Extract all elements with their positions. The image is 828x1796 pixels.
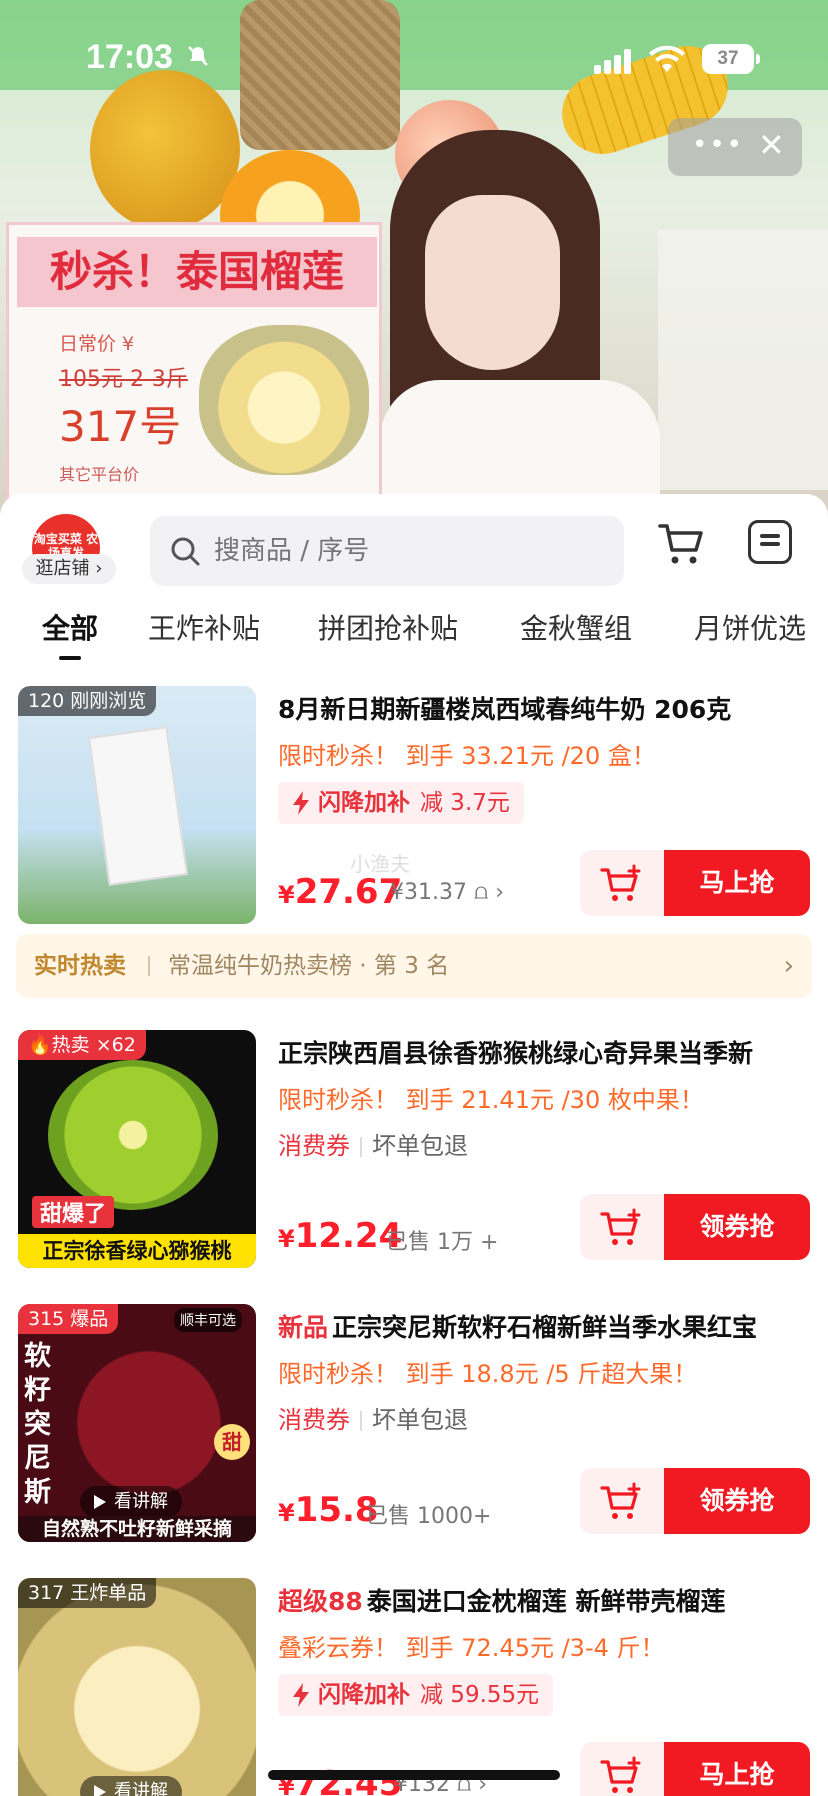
wifi-icon: [648, 44, 686, 74]
hot-badge: 315 爆品: [18, 1304, 119, 1334]
sold-count: 已售 1万 +: [386, 1230, 499, 1255]
add-to-cart-button[interactable]: [580, 1194, 664, 1260]
watermark: 小渔夫: [350, 852, 410, 876]
thumb-caption-bottom: 自然熟不吐籽新鲜采摘: [18, 1516, 256, 1542]
browse-badge: 120 刚刚浏览: [18, 686, 157, 716]
search-bar[interactable]: [150, 516, 624, 586]
add-to-cart-button[interactable]: [580, 1468, 664, 1534]
chevron-right-icon: ›: [783, 951, 794, 981]
product-price: ¥27.67: [278, 872, 403, 912]
promo-sign: 秒杀！泰国榴莲 日常价 ¥ 105元 2-3斤 317号 其它平台价: [6, 222, 382, 520]
buy-now-button[interactable]: 马上抢: [664, 1742, 810, 1796]
lightning-icon: [293, 1683, 309, 1707]
perk-tag: 坏单包退: [372, 1132, 468, 1160]
product-image[interactable]: 317 王炸单品 看讲解: [18, 1578, 256, 1796]
flash-value: 减 59.55元: [420, 1682, 540, 1708]
product-title[interactable]: 新品 正宗突尼斯软籽石榴新鲜当季水果红宝: [278, 1308, 808, 1344]
more-icon[interactable]: •••: [692, 130, 744, 160]
claim-coupon-button[interactable]: 领券抢: [664, 1468, 810, 1534]
sweet-badge: 甜: [214, 1424, 250, 1460]
flash-subsidy-tag: 闪降加补减 59.55元: [278, 1674, 554, 1716]
product-promo: 限时秒杀！ 到手 21.41元 /30 枚中果！: [278, 1086, 704, 1114]
promo-daily-price: 日常价 ¥: [59, 333, 135, 355]
promo-old-price: 105元 2-3斤: [59, 367, 188, 392]
home-indicator[interactable]: [268, 1770, 560, 1780]
cart-plus-icon: [600, 1208, 641, 1245]
kiwi-image: [48, 1060, 218, 1210]
product-promo: 叠彩云券！ 到手 72.45元 /3-4 斤！: [278, 1634, 665, 1662]
super88-tag: 超级88: [278, 1587, 363, 1616]
cart-plus-icon: [600, 1482, 641, 1519]
hot-sale-bar[interactable]: 实时热卖 常温纯牛奶热卖榜 · 第 3 名 ›: [16, 934, 812, 998]
tab-group-buy[interactable]: 拼团抢补贴: [318, 604, 458, 664]
flash-label: 闪降加补: [318, 790, 410, 816]
new-tag: 新品: [278, 1313, 329, 1342]
product-title[interactable]: 8月新日期新疆楼岚西域春纯牛奶 206克: [278, 690, 808, 726]
add-to-cart-button[interactable]: [580, 1742, 664, 1796]
tab-mooncake[interactable]: 月饼优选: [694, 604, 806, 664]
product-image[interactable]: 315 爆品 顺丰可选 软籽突尼斯 甜 看讲解 自然熟不吐籽新鲜采摘: [18, 1304, 256, 1542]
list-menu-icon[interactable]: [748, 520, 792, 564]
clock: 17:03: [86, 38, 173, 76]
mute-bell-icon: [186, 44, 210, 68]
hot-sale-rank: 常温纯牛奶热卖榜 · 第 3 名: [168, 953, 450, 979]
watch-explain-button[interactable]: 看讲解: [80, 1486, 182, 1518]
flash-subsidy-tag: 闪降加补减 3.7元: [278, 782, 524, 824]
category-tabs: 全部 王炸补贴 拼团抢补贴 金秋蟹组 月饼优选: [0, 604, 828, 674]
battery-icon: 37: [702, 44, 760, 74]
status-bar: 17:03 37: [0, 0, 828, 120]
flash-value: 减 3.7元: [420, 790, 510, 816]
claim-coupon-button[interactable]: 领券抢: [664, 1194, 810, 1260]
thumb-caption: 甜爆了: [32, 1196, 115, 1228]
promo-title: 秒杀！泰国榴莲: [17, 237, 377, 307]
product-perks: 消费券 坏单包退: [278, 1400, 468, 1435]
thumb-side-text: 软籽突尼斯: [24, 1341, 51, 1508]
cart-plus-icon: [600, 864, 641, 901]
product-price: ¥72.45: [278, 1764, 403, 1796]
coupon-tag: 消费券: [278, 1132, 350, 1160]
product-perks: 消费券 坏单包退: [278, 1126, 468, 1161]
tab-subsidy[interactable]: 王炸补贴: [148, 604, 260, 664]
watch-explain-button[interactable]: 看讲解: [80, 1776, 182, 1796]
thumb-caption-bottom: 正宗徐香绿心猕猴桃: [18, 1234, 256, 1268]
product-title[interactable]: 超级88 泰国进口金枕榴莲 新鲜带壳榴莲: [278, 1582, 808, 1618]
product-promo: 限时秒杀！ 到手 18.8元 /5 斤超大果！: [278, 1360, 698, 1388]
add-to-cart-button[interactable]: [580, 850, 664, 916]
tab-crab[interactable]: 金秋蟹组: [520, 604, 632, 664]
coupon-tag: 消费券: [278, 1406, 350, 1434]
flash-label: 闪降加补: [318, 1682, 410, 1708]
signal-icon: [594, 48, 634, 74]
hot-badge: 317 王炸单品: [18, 1578, 157, 1608]
promo-other-price: 其它平台价: [59, 465, 140, 484]
promo-number: 317号: [59, 402, 182, 451]
product-sheet: 淘宝买菜 农场直发 逛店铺 › 全部 王炸补贴 拼团抢补贴 金秋蟹组 月饼优选 …: [0, 494, 828, 1796]
sf-express-tag: 顺丰可选: [174, 1308, 242, 1332]
visit-shop-button[interactable]: 逛店铺 ›: [22, 554, 116, 584]
product-price: ¥15.8: [278, 1490, 379, 1530]
host-face: [425, 195, 560, 370]
product-promo: 限时秒杀！ 到手 33.21元 /20 盒！: [278, 742, 656, 770]
sold-count: 已售 1000+: [366, 1504, 492, 1529]
search-icon: [171, 537, 200, 566]
hot-badge: 🔥热卖 ×62: [18, 1030, 146, 1060]
close-icon[interactable]: ✕: [758, 126, 785, 164]
lightning-icon: [293, 791, 309, 815]
mini-program-capsule: ••• ✕: [668, 118, 802, 176]
product-image[interactable]: 120 刚刚浏览: [18, 686, 256, 924]
cart-icon[interactable]: [656, 520, 704, 568]
background-box: [658, 230, 828, 490]
original-price[interactable]: ¥31.37 ⩍ ›: [390, 880, 504, 905]
buy-now-button[interactable]: 马上抢: [664, 850, 810, 916]
tab-all[interactable]: 全部: [42, 604, 98, 664]
search-input[interactable]: [214, 516, 614, 586]
cart-plus-icon: [600, 1756, 641, 1793]
hot-sale-label: 实时热卖: [34, 953, 126, 979]
durian-image: [199, 325, 369, 475]
perk-tag: 坏单包退: [372, 1406, 468, 1434]
product-image[interactable]: 🔥热卖 ×62 甜爆了 正宗徐香绿心猕猴桃: [18, 1030, 256, 1268]
product-price: ¥12.24: [278, 1216, 403, 1256]
milk-carton-image: [87, 726, 189, 886]
product-title[interactable]: 正宗陕西眉县徐香猕猴桃绿心奇异果当季新: [278, 1034, 808, 1070]
